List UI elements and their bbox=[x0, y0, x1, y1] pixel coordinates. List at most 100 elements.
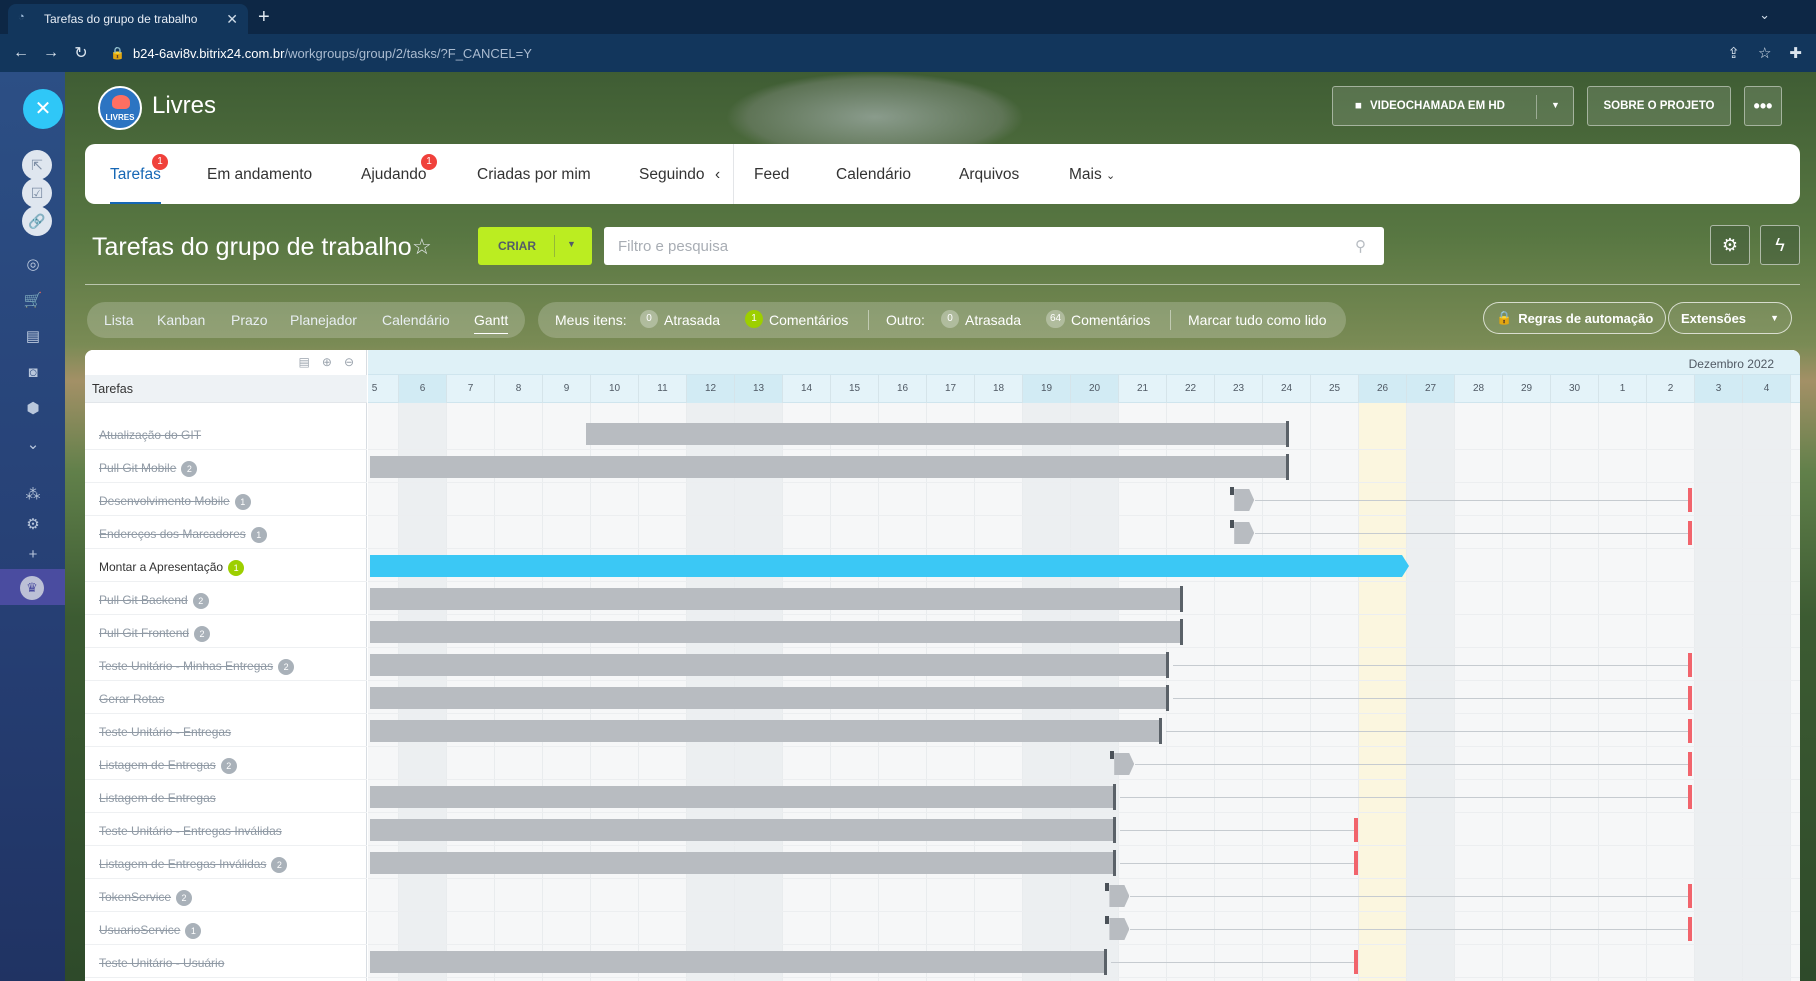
task-bar[interactable] bbox=[370, 850, 1117, 876]
bookmark-star-icon[interactable]: ☆ bbox=[1758, 44, 1771, 62]
task-row[interactable]: Listagem de Entregas bbox=[85, 780, 367, 813]
task-name[interactable]: Listagem de Entregas 2 bbox=[99, 758, 237, 774]
target-icon[interactable]: ◎ bbox=[22, 254, 44, 276]
collapse-chevron-icon[interactable]: ‹ bbox=[715, 166, 720, 184]
settings-gear-icon[interactable]: ⚙ bbox=[22, 514, 44, 536]
deadline-marker[interactable] bbox=[1354, 818, 1359, 842]
task-row[interactable]: Atualização do GIT bbox=[85, 417, 367, 450]
tasks-check-icon[interactable]: ☑ bbox=[22, 178, 52, 208]
other-comments-link[interactable]: Comentários bbox=[1071, 312, 1150, 328]
deadline-marker[interactable] bbox=[1687, 752, 1692, 776]
close-tab-icon[interactable]: ✕ bbox=[226, 11, 238, 28]
tab-feed[interactable]: Feed bbox=[754, 166, 789, 184]
task-name[interactable]: Teste Unitário - Minhas Entregas 2 bbox=[99, 659, 295, 675]
zoom-out-icon[interactable]: ⊖ bbox=[344, 355, 354, 369]
task-row[interactable]: Desenvolvimento Mobile 1 bbox=[85, 483, 367, 516]
view-lista[interactable]: Lista bbox=[104, 312, 134, 328]
tab-search-chevron-icon[interactable]: ⌄ bbox=[1759, 7, 1770, 23]
caret-down-icon[interactable]: ▼ bbox=[1551, 100, 1560, 110]
task-name[interactable]: Atualização do GIT bbox=[99, 428, 201, 442]
back-icon[interactable]: ← bbox=[6, 44, 36, 62]
task-row[interactable]: Pull Git Mobile 2 bbox=[85, 450, 367, 483]
task-row[interactable]: Teste Unitário - Entregas Inválidas bbox=[85, 813, 367, 846]
view-calendario[interactable]: Calendário bbox=[382, 312, 450, 328]
task-name[interactable]: Montar a Apresentação 1 bbox=[99, 560, 245, 576]
forward-icon[interactable]: → bbox=[36, 44, 66, 62]
my-overdue-link[interactable]: Atrasada bbox=[664, 312, 720, 328]
search-input[interactable] bbox=[618, 227, 1318, 265]
task-name[interactable]: Listagem de Entregas Inválidas 2 bbox=[99, 857, 288, 873]
task-name[interactable]: Gerar Rotas bbox=[99, 692, 164, 706]
task-row[interactable]: Gerar Rotas bbox=[85, 681, 367, 714]
deadline-marker[interactable] bbox=[1687, 488, 1692, 512]
url-field[interactable]: 🔒 b24-6avi8v.bitrix24.com.br/workgroups/… bbox=[110, 46, 532, 61]
task-row[interactable]: Teste Unitário - Usuário bbox=[85, 945, 367, 978]
deadline-marker[interactable] bbox=[1354, 851, 1359, 875]
about-project-button[interactable]: SOBRE O PROJETO bbox=[1587, 86, 1731, 126]
task-bar[interactable] bbox=[370, 454, 1289, 480]
group-name[interactable]: Livres bbox=[152, 92, 216, 120]
reload-icon[interactable]: ↻ bbox=[66, 43, 96, 63]
task-bar[interactable] bbox=[370, 586, 1184, 612]
tab-mais[interactable]: Mais ⌄ bbox=[1069, 166, 1115, 184]
task-name[interactable]: Listagem de Entregas bbox=[99, 791, 216, 805]
sitemap-icon[interactable]: ⁂ bbox=[22, 484, 44, 506]
deadline-marker[interactable] bbox=[1687, 719, 1692, 743]
task-name[interactable]: UsuarioService 1 bbox=[99, 923, 202, 939]
task-row[interactable]: Endereços dos Marcadores 1 bbox=[85, 516, 367, 549]
task-bar[interactable] bbox=[370, 685, 1169, 711]
view-planejador[interactable]: Planejador bbox=[290, 312, 357, 328]
new-tab-icon[interactable]: + bbox=[258, 6, 270, 29]
deadline-marker[interactable] bbox=[1687, 521, 1692, 545]
task-row[interactable]: Teste Unitário - Minhas Entregas 2 bbox=[85, 648, 367, 681]
settings-gear-button[interactable]: ⚙ bbox=[1710, 225, 1750, 265]
tab-arquivos[interactable]: Arquivos bbox=[959, 166, 1019, 184]
task-row[interactable]: Teste Unitário - Entregas bbox=[85, 714, 367, 747]
open-link-icon[interactable]: ⇱ bbox=[22, 150, 52, 180]
task-row[interactable]: Montar a Apresentação 1 bbox=[85, 549, 367, 582]
task-name[interactable]: Teste Unitário - Entregas Inválidas bbox=[99, 824, 282, 838]
deadline-marker[interactable] bbox=[1687, 653, 1692, 677]
deadline-marker[interactable] bbox=[1687, 686, 1692, 710]
group-logo[interactable]: LIVRES bbox=[98, 86, 142, 130]
task-bar[interactable] bbox=[370, 652, 1169, 678]
create-task-button[interactable]: CRIAR ▼ bbox=[478, 227, 592, 265]
task-name[interactable]: TokenService 2 bbox=[99, 890, 193, 906]
filter-search-box[interactable]: ⚲ bbox=[604, 227, 1384, 265]
task-row[interactable]: TokenService 2 bbox=[85, 879, 367, 912]
crown-icon[interactable]: ♛ bbox=[20, 576, 44, 600]
task-row[interactable]: Listagem de Entregas Inválidas 2 bbox=[85, 846, 367, 879]
task-bar[interactable] bbox=[370, 555, 1403, 577]
task-bar[interactable] bbox=[586, 421, 1289, 447]
task-name[interactable]: Endereços dos Marcadores 1 bbox=[99, 527, 267, 543]
task-row[interactable]: Pull Git Frontend 2 bbox=[85, 615, 367, 648]
task-bar[interactable] bbox=[370, 718, 1162, 744]
task-name[interactable]: Desenvolvimento Mobile 1 bbox=[99, 494, 251, 510]
share-icon[interactable]: ⇪ bbox=[1727, 44, 1740, 62]
extensions-puzzle-icon[interactable]: ✚ bbox=[1789, 44, 1802, 62]
deadline-marker[interactable] bbox=[1687, 785, 1692, 809]
deadline-marker[interactable] bbox=[1354, 950, 1359, 974]
robot-icon[interactable]: ◙ bbox=[22, 362, 44, 384]
task-bar[interactable] bbox=[370, 949, 1107, 975]
close-menu-icon[interactable]: ✕ bbox=[23, 89, 63, 129]
add-icon[interactable]: + bbox=[22, 544, 44, 566]
favorite-star-icon[interactable]: ☆ bbox=[412, 234, 432, 260]
browser-tab[interactable]: ◔ Tarefas do grupo de trabalho ✕ bbox=[8, 4, 248, 34]
more-options-button[interactable]: ••• bbox=[1744, 86, 1782, 126]
mark-all-read-link[interactable]: Marcar tudo como lido bbox=[1188, 312, 1327, 328]
task-name[interactable]: Teste Unitário - Usuário bbox=[99, 956, 224, 970]
task-row[interactable]: Pull Git Backend 2 bbox=[85, 582, 367, 615]
extensions-button[interactable]: Extensões ▼ bbox=[1668, 302, 1792, 334]
view-prazo[interactable]: Prazo bbox=[231, 312, 268, 328]
deadline-marker[interactable] bbox=[1687, 884, 1692, 908]
view-gantt[interactable]: Gantt bbox=[474, 312, 509, 334]
task-row[interactable]: UsuarioService 1 bbox=[85, 912, 367, 945]
automation-rules-button[interactable]: 🔒 Regras de automação bbox=[1483, 302, 1667, 334]
video-call-button[interactable]: ■ VIDEOCHAMADA EM HD ▼ bbox=[1332, 86, 1574, 126]
tab-criadas-por-mim[interactable]: Criadas por mim bbox=[477, 166, 591, 184]
task-name[interactable]: Pull Git Backend 2 bbox=[99, 593, 209, 609]
tab-em-andamento[interactable]: Em andamento bbox=[207, 166, 312, 184]
task-name[interactable]: Teste Unitário - Entregas bbox=[99, 725, 231, 739]
crm-card-icon[interactable]: ▤ bbox=[22, 326, 44, 348]
